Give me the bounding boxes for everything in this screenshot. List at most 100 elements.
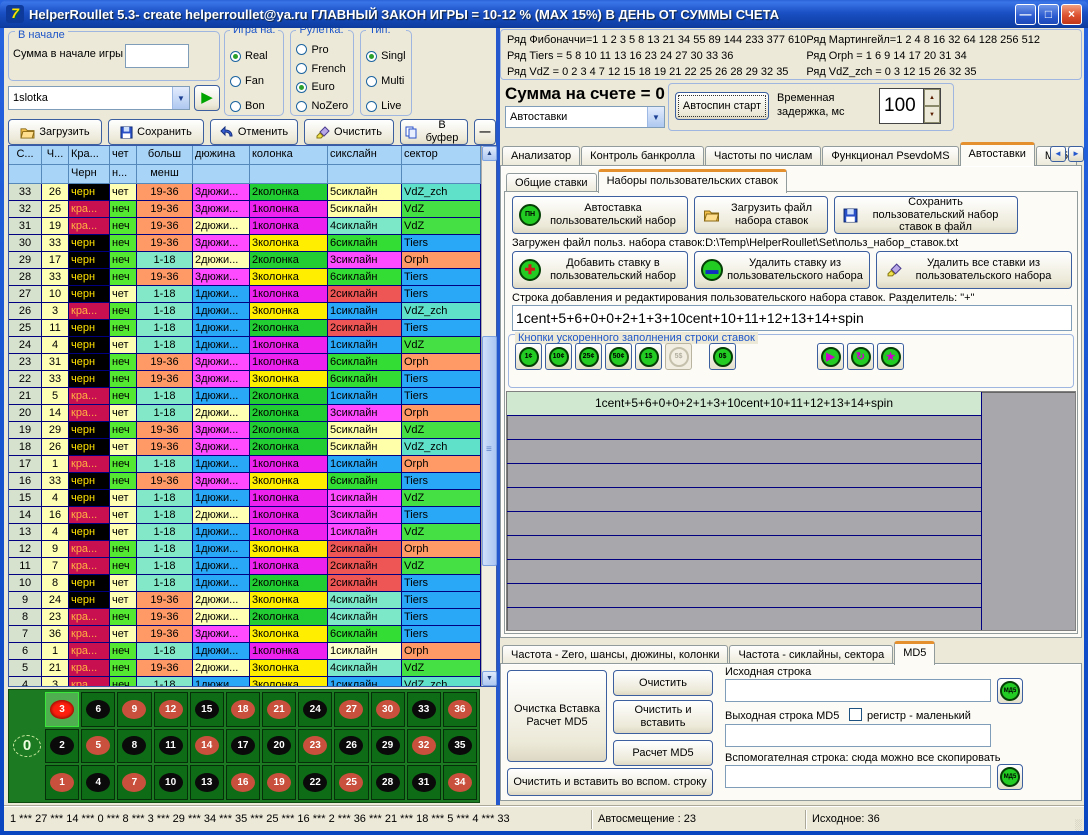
table-row[interactable]: 154чернчет1-181дюжи...1колонка1сиклайнVd… (9, 490, 481, 507)
start-sum-input[interactable] (125, 44, 189, 68)
table-row[interactable]: 244чернчет1-181дюжи...1колонка1сиклайнVd… (9, 337, 481, 354)
column-header[interactable] (193, 165, 250, 184)
inner-tab-общие-ставки[interactable]: Общие ставки (506, 173, 597, 193)
radio-euro[interactable]: Euro (296, 81, 348, 93)
roulette-number-17[interactable]: 17 (226, 729, 260, 764)
bet-set-list[interactable]: 1cent+5+6+0+0+2+1+3+10cent+10+11+12+13+1… (506, 391, 1076, 631)
bottom-tab-частота---сиклайны,-сектора[interactable]: Частота - сиклайны, сектора (729, 645, 893, 665)
md5-calc-source-button[interactable]: МД5 (997, 678, 1023, 704)
roulette-number-2[interactable]: 2 (45, 729, 79, 764)
bet-list-row[interactable] (507, 440, 981, 464)
save-button[interactable]: Сохранить (108, 119, 204, 145)
tab-scroll-left-icon[interactable]: ◄ (1050, 146, 1066, 162)
roulette-number-32[interactable]: 32 (407, 729, 441, 764)
bottom-tab-частота---zero,-шансы,-дюжины,-колонки[interactable]: Частота - Zero, шансы, дюжины, колонки (502, 645, 728, 665)
undo-button[interactable]: Отменить (210, 119, 298, 145)
aux-string-input[interactable] (725, 765, 991, 788)
column-header[interactable]: Черн (69, 165, 110, 184)
tab-автоставки[interactable]: Автоставки (960, 142, 1035, 166)
roulette-number-24[interactable]: 24 (298, 692, 332, 727)
coin-button-25¢[interactable]: 25¢ (575, 343, 602, 370)
roulette-number-20[interactable]: 20 (262, 729, 296, 764)
radio-bon[interactable]: Bon (230, 100, 278, 112)
radio-nozero[interactable]: NoZero (296, 100, 348, 112)
roulette-number-15[interactable]: 15 (190, 692, 224, 727)
table-row[interactable]: 117кра...неч1-181дюжи...1колонка2сиклайн… (9, 558, 481, 575)
table-row[interactable]: 924чернчет19-362дюжи...3колонка4сиклайнT… (9, 592, 481, 609)
radio-live[interactable]: Live (366, 100, 405, 112)
table-row[interactable]: 2331черннеч19-363дюжи...1колонка6сиклайн… (9, 354, 481, 371)
bet-list-row[interactable] (507, 608, 981, 631)
autospin-start-button[interactable]: Автоспин старт (675, 92, 769, 120)
scroll-down-icon[interactable]: ▼ (482, 671, 497, 686)
table-row[interactable]: 61кра...неч1-181дюжи...1колонка1сиклайнO… (9, 643, 481, 660)
column-header[interactable] (328, 165, 402, 184)
tab-частоты-по-числам[interactable]: Частоты по числам (705, 146, 821, 166)
roulette-number-26[interactable]: 26 (334, 729, 368, 764)
roulette-number-14[interactable]: 14 (190, 729, 224, 764)
bet-list-row[interactable] (507, 464, 981, 488)
table-row[interactable]: 263кра...неч1-181дюжи...3колонка1сиклайн… (9, 303, 481, 320)
minimize-button[interactable]: — (1015, 4, 1036, 25)
roulette-number-3[interactable]: 3 (45, 692, 79, 727)
table-row[interactable]: 521кра...неч19-362дюжи...3колонка4сиклай… (9, 660, 481, 677)
column-header[interactable]: больш (137, 146, 193, 165)
column-header[interactable]: сикслайн (328, 146, 402, 165)
table-row[interactable]: 3033черннеч19-363дюжи...3колонка6сиклайн… (9, 235, 481, 252)
autobet-custom-set-button[interactable]: ПН Автоставка пользовательский набор (512, 196, 688, 234)
close-button[interactable]: × (1061, 4, 1082, 25)
roulette-number-10[interactable]: 10 (154, 765, 188, 800)
column-header[interactable]: Ч... (42, 146, 69, 165)
delay-spinner[interactable]: 100 ▲ ▼ (879, 88, 941, 124)
coin-button-1$[interactable]: 1$ (635, 343, 662, 370)
md5-calc-aux-button[interactable]: МД5 (997, 764, 1023, 790)
resize-grip[interactable]: ░ (1075, 820, 1082, 831)
table-row[interactable]: 171кра...неч1-181дюжи...1колонка1сиклайн… (9, 456, 481, 473)
bet-list-row[interactable] (507, 584, 981, 608)
radio-real[interactable]: Real (230, 50, 278, 62)
clear-button[interactable]: Очистить (304, 119, 394, 145)
table-row[interactable]: 215кра...неч1-181дюжи...2колонка1сиклайн… (9, 388, 481, 405)
load-button[interactable]: Загрузить (8, 119, 102, 145)
roulette-number-9[interactable]: 9 (117, 692, 151, 727)
coin-button-10¢[interactable]: 10¢ (545, 343, 572, 370)
slot-combo[interactable]: 1slotka ▼ (8, 86, 190, 110)
md5-clear-paste-button[interactable]: Очистить и вставить (613, 700, 713, 734)
action-button-repeat[interactable]: ↻ (847, 343, 874, 370)
action-button-spin[interactable]: ★ (877, 343, 904, 370)
table-row[interactable]: 2511черннеч1-181дюжи...2колонка2сиклайнT… (9, 320, 481, 337)
bet-list-header[interactable]: 1cent+5+6+0+0+2+1+3+10cent+10+11+12+13+1… (507, 392, 981, 416)
roulette-number-31[interactable]: 31 (407, 765, 441, 800)
table-row[interactable]: 3119кра...неч19-362дюжи...1колонка4сикла… (9, 218, 481, 235)
table-row[interactable]: 3326чернчет19-363дюжи...2колонка5сиклайн… (9, 184, 481, 201)
table-row[interactable]: 3225кра...неч19-363дюжи...1колонка5сикла… (9, 201, 481, 218)
table-row[interactable]: 1416кра...чет1-182дюжи...1колонка3сиклай… (9, 507, 481, 524)
roulette-number-21[interactable]: 21 (262, 692, 296, 727)
autobets-combo[interactable]: Автоставки ▼ (505, 106, 665, 128)
tab-функционал-psevdoms[interactable]: Функционал PsevdoMS (822, 146, 958, 166)
table-row[interactable]: 2710чернчет1-181дюжи...1колонка2сиклайнT… (9, 286, 481, 303)
roulette-number-28[interactable]: 28 (371, 765, 405, 800)
lowercase-checkbox[interactable] (849, 708, 862, 721)
column-header[interactable]: С... (9, 146, 42, 165)
roulette-zero-cell[interactable]: 0 (11, 729, 43, 764)
column-header[interactable] (9, 165, 42, 184)
delay-value[interactable]: 100 (880, 89, 923, 123)
bottom-tab-md5[interactable]: MD5 (894, 641, 935, 665)
inner-tab-наборы-пользовательских-ставок[interactable]: Наборы пользовательских ставок (598, 169, 787, 193)
action-button-play[interactable]: ▶ (817, 343, 844, 370)
bet-list-row[interactable] (507, 488, 981, 512)
roulette-number-23[interactable]: 23 (298, 729, 332, 764)
roulette-number-11[interactable]: 11 (154, 729, 188, 764)
roulette-number-7[interactable]: 7 (117, 765, 151, 800)
to-clipboard-button[interactable]: В буфер (400, 119, 468, 145)
md5-clear-paste-calc-button[interactable]: Очистка Вставка Расчет MD5 (507, 670, 607, 762)
collapse-button[interactable]: — (474, 119, 496, 145)
tab-контроль-банкролла[interactable]: Контроль банкролла (581, 146, 704, 166)
roulette-number-27[interactable]: 27 (334, 692, 368, 727)
column-header[interactable]: сектор (402, 146, 481, 165)
spinner-up-icon[interactable]: ▲ (924, 89, 940, 106)
table-row[interactable]: 43кра...неч1-181дюжи...3колонка1сиклайнV… (9, 677, 481, 686)
radio-multi[interactable]: Multi (366, 75, 405, 87)
column-header[interactable] (42, 165, 69, 184)
